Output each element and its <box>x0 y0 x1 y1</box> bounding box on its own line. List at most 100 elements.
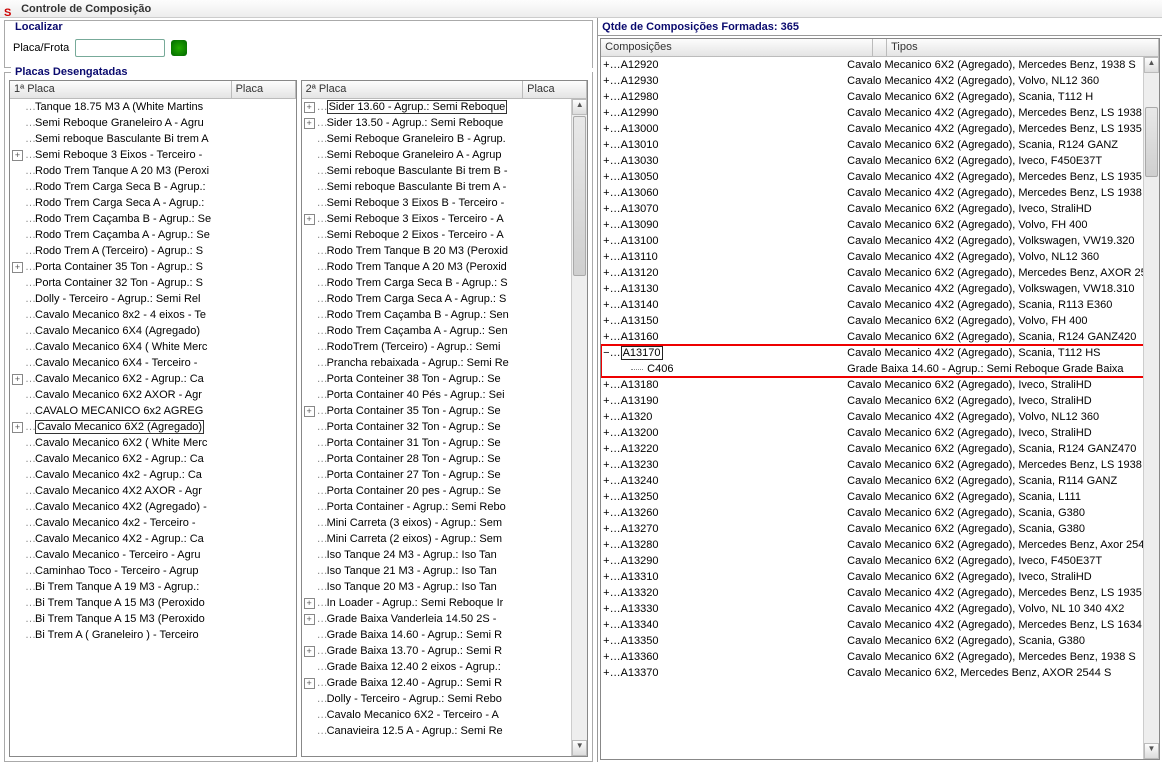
tree-row[interactable]: …Cavalo Mecanico 6X2 - Terceiro - A <box>302 707 588 723</box>
search-icon[interactable] <box>171 40 187 56</box>
tree-row[interactable]: …Porta Container - Agrup.: Semi Rebo <box>302 499 588 515</box>
tree-row[interactable]: …Cavalo Mecanico 6X4 - Terceiro - <box>10 355 296 371</box>
tree-row[interactable]: …Semi Reboque 3 Eixos B - Terceiro - <box>302 195 588 211</box>
scroll-up-r[interactable]: ▲ <box>1144 57 1159 73</box>
expand-icon[interactable]: + <box>304 678 315 689</box>
comp-row[interactable]: +…A13100Cavalo Mecanico 4X2 (Agregado), … <box>601 233 1159 249</box>
scrollbar-right[interactable]: ▲ ▼ <box>1143 57 1159 759</box>
tree-row[interactable]: …Porta Container 27 Ton - Agrup.: Se <box>302 467 588 483</box>
tree-row[interactable]: +…Porta Container 35 Ton - Agrup.: S <box>10 259 296 275</box>
child-row[interactable]: C406Grade Baixa 14.60 - Agrup.: Semi Reb… <box>601 361 1159 377</box>
comp-row[interactable]: +…A12990Cavalo Mecanico 4X2 (Agregado), … <box>601 105 1159 121</box>
tree-row[interactable]: …Iso Tanque 21 M3 - Agrup.: Iso Tan <box>302 563 588 579</box>
comp-row[interactable]: +…A13140Cavalo Mecanico 4X2 (Agregado), … <box>601 297 1159 313</box>
tree-row[interactable]: …Cavalo Mecanico - Terceiro - Agru <box>10 547 296 563</box>
comp-row[interactable]: +…A13130Cavalo Mecanico 4X2 (Agregado), … <box>601 281 1159 297</box>
expand-icon[interactable]: + <box>304 406 315 417</box>
tree-row[interactable]: …Semi Reboque 2 Eixos - Terceiro - A <box>302 227 588 243</box>
comp-row[interactable]: +…A13000Cavalo Mecanico 4X2 (Agregado), … <box>601 121 1159 137</box>
tree-row[interactable]: …Bi Trem Tanque A 19 M3 - Agrup.: <box>10 579 296 595</box>
tree-row[interactable]: …Iso Tanque 24 M3 - Agrup.: Iso Tan <box>302 547 588 563</box>
comp-row[interactable]: +…A13090Cavalo Mecanico 6X2 (Agregado), … <box>601 217 1159 233</box>
tree-row[interactable]: +…Grade Baixa 13.70 - Agrup.: Semi R <box>302 643 588 659</box>
comp-row[interactable]: +…A13270Cavalo Mecanico 6X2 (Agregado), … <box>601 521 1159 537</box>
comp-row[interactable]: +…A13200Cavalo Mecanico 6X2 (Agregado), … <box>601 425 1159 441</box>
tree-row[interactable]: …Bi Trem A ( Graneleiro ) - Terceiro <box>10 627 296 643</box>
tree-row[interactable]: …Semi reboque Basculante Bi trem A <box>10 131 296 147</box>
tree-row[interactable]: …Rodo Trem Caçamba A - Agrup.: Se <box>10 227 296 243</box>
tree-row[interactable]: …Cavalo Mecanico 6X2 AXOR - Agr <box>10 387 296 403</box>
comp-row[interactable]: +…A12920Cavalo Mecanico 6X2 (Agregado), … <box>601 57 1159 73</box>
tree-row[interactable]: …Rodo Trem Caçamba B - Agrup.: Se <box>10 211 296 227</box>
tree-row[interactable]: …Caminhao Toco - Terceiro - Agrup <box>10 563 296 579</box>
expand-icon[interactable]: + <box>12 422 23 433</box>
tree-row[interactable]: …Porta Conteiner 38 Ton - Agrup.: Se <box>302 371 588 387</box>
comp-row[interactable]: +…A13350Cavalo Mecanico 6X2 (Agregado), … <box>601 633 1159 649</box>
expand-icon[interactable]: + <box>12 374 23 385</box>
tree-row[interactable]: …Cavalo Mecanico 4x2 - Terceiro - <box>10 515 296 531</box>
expand-icon[interactable]: + <box>304 214 315 225</box>
tree-row[interactable]: …Dolly - Terceiro - Agrup.: Semi Rel <box>10 291 296 307</box>
tree-row[interactable]: …Semi reboque Basculante Bi trem B - <box>302 163 588 179</box>
tree-row[interactable]: …Rodo Trem Carga Seca B - Agrup.: <box>10 179 296 195</box>
tree-row[interactable]: …Cavalo Mecanico 4x2 - Agrup.: Ca <box>10 467 296 483</box>
tree-row[interactable]: …Cavalo Mecanico 8x2 - 4 eixos - Te <box>10 307 296 323</box>
tree-row[interactable]: …Rodo Trem Carga Seca A - Agrup.: <box>10 195 296 211</box>
expand-icon[interactable]: + <box>12 262 23 273</box>
tree-row[interactable]: +…Sider 13.60 - Agrup.: Semi Reboque <box>302 99 588 115</box>
tree-row[interactable]: …Mini Carreta (3 eixos) - Agrup.: Sem <box>302 515 588 531</box>
tree-row[interactable]: …Cavalo Mecanico 6X4 ( White Merc <box>10 339 296 355</box>
tree-row[interactable]: …Porta Container 20 pes - Agrup.: Se <box>302 483 588 499</box>
tree-row[interactable]: +…In Loader - Agrup.: Semi Reboque Ir <box>302 595 588 611</box>
comp-row[interactable]: +…A13050Cavalo Mecanico 4X2 (Agregado), … <box>601 169 1159 185</box>
col-placa2[interactable]: Placa <box>523 81 587 98</box>
tree-row[interactable]: …Rodo Trem Carga Seca B - Agrup.: S <box>302 275 588 291</box>
tree-row[interactable]: +…Semi Reboque 3 Eixos - Terceiro - A <box>302 211 588 227</box>
tree-row[interactable]: …Prancha rebaixada - Agrup.: Semi Re <box>302 355 588 371</box>
scroll-down-r[interactable]: ▼ <box>1144 743 1159 759</box>
tree-row[interactable]: +…Cavalo Mecanico 6X2 - Agrup.: Ca <box>10 371 296 387</box>
placa-frota-input[interactable] <box>75 39 165 57</box>
tree-row[interactable]: …Semi Reboque Graneleiro A - Agrup <box>302 147 588 163</box>
comp-row[interactable]: +…A13310Cavalo Mecanico 6X2 (Agregado), … <box>601 569 1159 585</box>
comp-row[interactable]: +…A13120Cavalo Mecanico 6X2 (Agregado), … <box>601 265 1159 281</box>
comp-row[interactable]: +…A13290Cavalo Mecanico 6X2 (Agregado), … <box>601 553 1159 569</box>
tree-row[interactable]: +…Porta Container 35 Ton - Agrup.: Se <box>302 403 588 419</box>
tree-row[interactable]: +…Semi Reboque 3 Eixos - Terceiro - <box>10 147 296 163</box>
comp-row[interactable]: +…A13030Cavalo Mecanico 6X2 (Agregado), … <box>601 153 1159 169</box>
col-2a-placa[interactable]: 2ª Placa <box>302 81 524 98</box>
tree-row[interactable]: …Porta Container 32 Ton - Agrup.: Se <box>302 419 588 435</box>
scroll-down[interactable]: ▼ <box>572 740 587 756</box>
scroll-thumb-r[interactable] <box>1145 107 1158 177</box>
comp-row[interactable]: +…A13250Cavalo Mecanico 6X2 (Agregado), … <box>601 489 1159 505</box>
tree-row[interactable]: …Grade Baixa 14.60 - Agrup.: Semi R <box>302 627 588 643</box>
comp-row[interactable]: −…A13170Cavalo Mecanico 4X2 (Agregado), … <box>601 345 1159 361</box>
comp-row[interactable]: +…A12930Cavalo Mecanico 4X2 (Agregado), … <box>601 73 1159 89</box>
tree-row[interactable]: …Cavalo Mecanico 4X2 - Agrup.: Ca <box>10 531 296 547</box>
comp-row[interactable]: +…A13280Cavalo Mecanico 6X2 (Agregado), … <box>601 537 1159 553</box>
comp-row[interactable]: +…A13330Cavalo Mecanico 4X2 (Agregado), … <box>601 601 1159 617</box>
comp-row[interactable]: +…A13230Cavalo Mecanico 6X2 (Agregado), … <box>601 457 1159 473</box>
comp-row[interactable]: +…A13370Cavalo Mecanico 6X2, Mercedes Be… <box>601 665 1159 681</box>
scrollbar[interactable]: ▲ ▼ <box>571 99 587 756</box>
tree-row[interactable]: …Bi Trem Tanque A 15 M3 (Peroxido <box>10 611 296 627</box>
comp-row[interactable]: +…A13010Cavalo Mecanico 6X2 (Agregado), … <box>601 137 1159 153</box>
expand-icon[interactable]: + <box>304 598 315 609</box>
tree-row[interactable]: …Rodo Trem Caçamba A - Agrup.: Sen <box>302 323 588 339</box>
comp-row[interactable]: +…A13160Cavalo Mecanico 6X2 (Agregado), … <box>601 329 1159 345</box>
tree-row[interactable]: …Dolly - Terceiro - Agrup.: Semi Rebo <box>302 691 588 707</box>
tree-row[interactable]: …Rodo Trem Carga Seca A - Agrup.: S <box>302 291 588 307</box>
comp-row[interactable]: +…A13260Cavalo Mecanico 6X2 (Agregado), … <box>601 505 1159 521</box>
tree-row[interactable]: …Porta Container 28 Ton - Agrup.: Se <box>302 451 588 467</box>
tree-row[interactable]: …Rodo Trem Caçamba B - Agrup.: Sen <box>302 307 588 323</box>
tree-row[interactable]: …Rodo Trem Tanque A 20 M3 (Peroxid <box>302 259 588 275</box>
tree-row[interactable]: …Bi Trem Tanque A 15 M3 (Peroxido <box>10 595 296 611</box>
tree-row[interactable]: …Semi reboque Basculante Bi trem A - <box>302 179 588 195</box>
tree-row[interactable]: +…Cavalo Mecanico 6X2 (Agregado) <box>10 419 296 435</box>
comp-row[interactable]: +…A13220Cavalo Mecanico 6X2 (Agregado), … <box>601 441 1159 457</box>
tree-row[interactable]: …Canavieira 12.5 A - Agrup.: Semi Re <box>302 723 588 739</box>
col-1a-placa[interactable]: 1ª Placa <box>10 81 232 98</box>
col-placa[interactable]: Placa <box>232 81 296 98</box>
tree-row[interactable]: …Cavalo Mecanico 4X2 AXOR - Agr <box>10 483 296 499</box>
tree-row[interactable]: …Semi Reboque Graneleiro B - Agrup. <box>302 131 588 147</box>
